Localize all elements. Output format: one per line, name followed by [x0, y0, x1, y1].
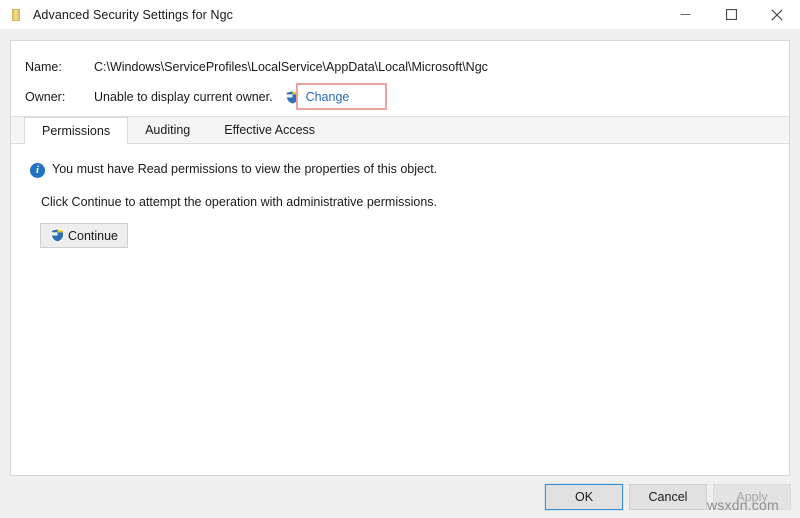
name-row: Name: C:\Windows\ServiceProfiles\LocalSe…: [11, 57, 488, 77]
title-bar: Advanced Security Settings for Ngc: [0, 0, 800, 29]
ok-button[interactable]: OK: [545, 484, 623, 510]
info-message-row: i You must have Read permissions to view…: [30, 162, 437, 178]
continue-instruction: Click Continue to attempt the operation …: [41, 195, 438, 209]
folder-icon: [9, 7, 25, 23]
tab-effective-access[interactable]: Effective Access: [207, 117, 332, 143]
name-value: C:\Windows\ServiceProfiles\LocalService\…: [94, 60, 488, 74]
owner-value: Unable to display current owner.: [94, 90, 273, 104]
uac-shield-icon: [285, 89, 300, 105]
info-icon: i: [30, 163, 45, 178]
close-icon[interactable]: [754, 0, 800, 29]
window-controls: [662, 0, 800, 29]
uac-shield-icon: [50, 228, 65, 243]
cancel-button[interactable]: Cancel: [629, 484, 707, 510]
permissions-tab-panel: i You must have Read permissions to view…: [11, 144, 789, 475]
name-label: Name:: [25, 60, 62, 74]
dialog-panel: Name: C:\Windows\ServiceProfiles\LocalSe…: [10, 40, 790, 476]
window-title: Advanced Security Settings for Ngc: [33, 7, 234, 22]
owner-label: Owner:: [25, 90, 66, 104]
tab-strip: Permissions Auditing Effective Access: [11, 117, 789, 144]
dialog-footer: OK Cancel Apply: [0, 477, 800, 518]
change-link-label[interactable]: Change: [306, 90, 350, 104]
object-header: Name: C:\Windows\ServiceProfiles\LocalSe…: [11, 41, 789, 117]
tab-permissions[interactable]: Permissions: [24, 117, 129, 144]
continue-button[interactable]: Continue: [40, 223, 128, 248]
maximize-icon[interactable]: [708, 0, 754, 29]
change-owner-button[interactable]: Change: [283, 88, 354, 107]
minimize-icon[interactable]: [662, 0, 708, 29]
watermark: wsxdn.com: [707, 497, 779, 513]
info-message: You must have Read permissions to view t…: [52, 162, 438, 176]
continue-button-label: Continue: [67, 228, 119, 243]
owner-row: Owner: Unable to display current owner. …: [11, 87, 353, 107]
tab-auditing[interactable]: Auditing: [128, 117, 207, 143]
